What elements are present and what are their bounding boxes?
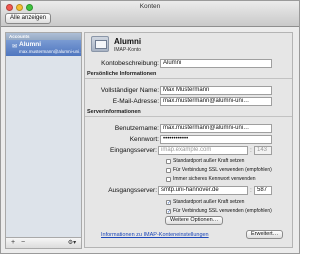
incoming-override-port-row[interactable]: Standardport außer Kraft setzen [166, 158, 244, 164]
checkbox[interactable] [166, 167, 171, 173]
window-title: Konten [139, 3, 161, 10]
username-label: Benutzername: [114, 125, 159, 132]
email-field[interactable]: max.mustermann@alumni-uni… [160, 97, 272, 106]
port-separator: : [250, 187, 252, 194]
server-info-heading: Serverinformationen [85, 109, 292, 117]
sidebar-toolbar: + − ⚙▾ [5, 238, 82, 249]
outgoing-override-port-row[interactable]: ✓ Standardport außer Kraft setzen [166, 199, 244, 205]
checkbox-checked[interactable]: ✓ [166, 199, 171, 205]
mail-account-icon [91, 36, 109, 52]
personal-info-heading: Persönliche Informationen [85, 71, 292, 79]
password-label: Kennwort: [129, 136, 159, 143]
account-name: Alumni [19, 41, 42, 48]
description-field[interactable]: Alumni [160, 59, 272, 68]
more-options-button[interactable]: Weitere Optionen… [165, 216, 224, 225]
incoming-ssl-row[interactable]: Für Verbindung SSL verwenden (empfohlen) [166, 167, 272, 173]
account-type: IMAP-Konto [114, 47, 141, 53]
advanced-button[interactable]: Erweitert… [246, 230, 284, 239]
checkbox-label: Für Verbindung SSL verwenden (empfohlen) [173, 208, 272, 214]
remove-account-button[interactable]: − [19, 239, 27, 247]
outgoing-port-field[interactable]: 587 [254, 186, 272, 195]
add-account-button[interactable]: + [9, 239, 17, 247]
checkbox-label: Für Verbindung SSL verwenden (empfohlen) [173, 167, 272, 173]
full-name-field[interactable]: Max Mustermann [160, 86, 272, 95]
checkbox[interactable] [166, 176, 171, 182]
title-bar: Konten Alle anzeigen [1, 1, 299, 27]
outgoing-server-label: Ausgangsserver: [108, 187, 157, 194]
checkbox-label: Standardport außer Kraft setzen [173, 158, 245, 164]
outgoing-server-field[interactable]: smtp.uni-hannover.de [158, 186, 248, 195]
email-label: E-Mail-Adresse: [112, 98, 159, 105]
password-field[interactable]: •••••••••••• [160, 135, 272, 144]
checkbox-checked[interactable]: ✓ [166, 208, 171, 214]
sidebar-header: Accounts [6, 33, 81, 40]
incoming-server-field[interactable]: imap.example.com [158, 146, 248, 155]
show-all-button[interactable]: Alle anzeigen [5, 13, 52, 24]
description-label: Kontobeschreibung: [101, 60, 159, 67]
imap-help-link[interactable]: Informationen zu IMAP-Konteneinstellunge… [101, 232, 209, 238]
accounts-window: Konten Alle anzeigen Accounts ✉ Alumni m… [0, 0, 300, 254]
full-name-label: Vollständiger Name: [100, 87, 159, 94]
checkbox-label: Standardport außer Kraft setzen [173, 199, 245, 205]
mail-account-icon: ✉ [12, 44, 18, 50]
account-title: Alumni [114, 37, 142, 46]
sidebar-item-alumni[interactable]: ✉ Alumni max.mustermann@alumni-uni… [6, 40, 81, 56]
port-separator: : [250, 147, 252, 154]
outgoing-ssl-row[interactable]: ✓ Für Verbindung SSL verwenden (empfohle… [166, 208, 272, 214]
username-field[interactable]: max.mustermann@alumni-uni… [160, 124, 272, 133]
checkbox-label: Immer sicheres Kennwort verwenden [173, 176, 256, 182]
incoming-secure-password-row[interactable]: Immer sicheres Kennwort verwenden [166, 176, 256, 182]
incoming-port-field[interactable]: 143 [254, 146, 272, 155]
account-email: max.mustermann@alumni-uni… [19, 49, 81, 54]
incoming-server-label: Eingangsserver: [110, 147, 157, 154]
gear-icon[interactable]: ⚙▾ [66, 239, 78, 247]
checkbox[interactable] [166, 158, 171, 164]
